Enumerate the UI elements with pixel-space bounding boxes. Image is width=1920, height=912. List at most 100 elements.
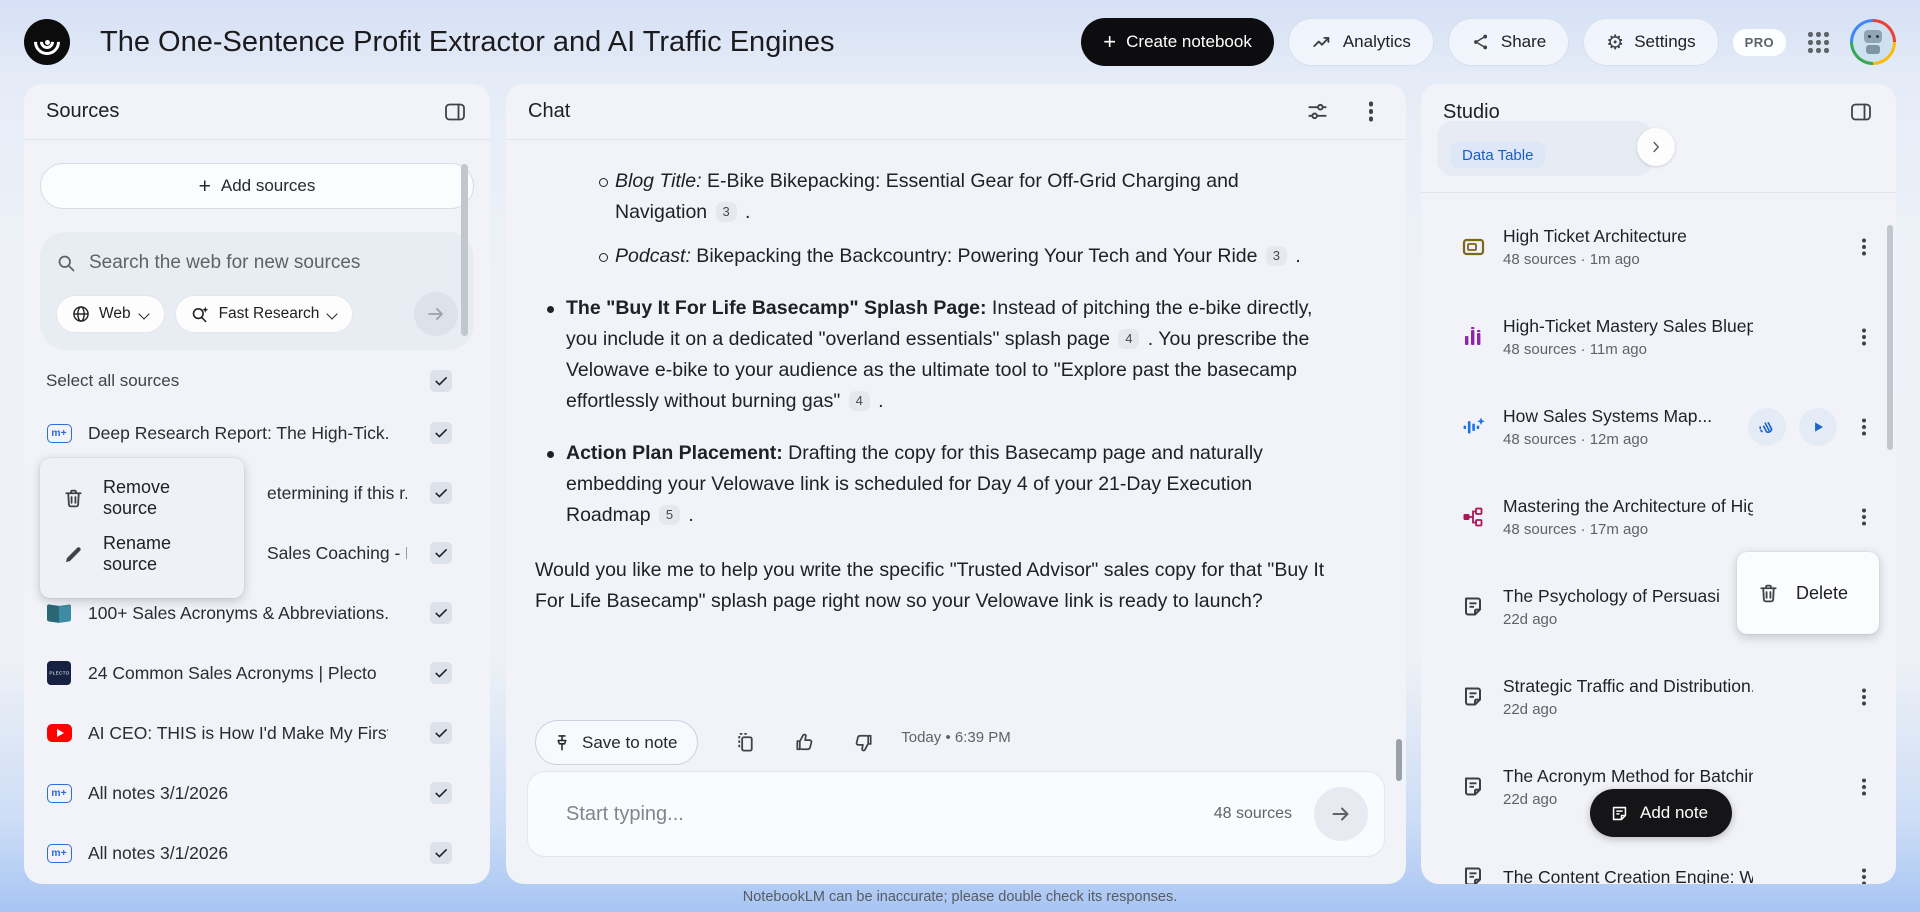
collapse-panel-icon[interactable] (1848, 99, 1874, 125)
share-button[interactable]: Share (1447, 18, 1570, 66)
research-mode-dropdown[interactable]: Fast Research (174, 295, 354, 333)
chat-text: The "Buy It For Life Basecamp" Splash Pa… (566, 297, 987, 319)
globe-icon (71, 304, 91, 324)
settings-button[interactable]: ⚙ Settings (1583, 18, 1719, 66)
account-avatar[interactable] (1850, 19, 1896, 65)
source-checkbox[interactable] (430, 542, 452, 564)
chat-more-options-icon[interactable] (1358, 99, 1384, 125)
source-checkbox[interactable] (430, 842, 452, 864)
sources-scrollbar[interactable] (461, 164, 468, 336)
plecto-icon: PLECTO (44, 661, 74, 685)
data-table-chip[interactable]: Data Table (1450, 142, 1546, 168)
source-title: AI CEO: THIS is How I'd Make My First ..… (88, 722, 388, 743)
notebook-title[interactable]: The One-Sentence Profit Extractor and AI… (100, 26, 835, 59)
item-more-options-icon[interactable] (1850, 421, 1878, 433)
open-output-button[interactable] (1637, 128, 1675, 166)
source-list-item[interactable]: m+ All notes 3/1/2026 (24, 823, 490, 883)
collapse-panel-icon[interactable] (442, 99, 468, 125)
source-list-item[interactable]: PLECTO 24 Common Sales Acronyms | Plecto (24, 643, 490, 703)
send-button[interactable] (1314, 787, 1368, 841)
source-title: 24 Common Sales Acronyms | Plecto (88, 662, 377, 683)
research-sparkle-icon (190, 304, 211, 325)
assistant-message: Blog Title: E-Bike Bikepacking: Essentia… (535, 166, 1335, 617)
web-search-card: Web Fast Research (40, 232, 474, 350)
studio-scrollbar[interactable] (1887, 225, 1893, 450)
citation-chip[interactable]: 5 (658, 504, 680, 525)
disclaimer-text: NotebookLM can be inaccurate; please dou… (742, 889, 1178, 905)
bar-chart-icon (1457, 325, 1489, 349)
chat-text: . (739, 201, 751, 223)
source-title: Deep Research Report: The High-Tick... (88, 422, 388, 443)
play-button[interactable] (1799, 408, 1837, 446)
source-list-item[interactable]: AI CEO: THIS is How I'd Make My First ..… (24, 703, 490, 763)
studio-panel: Studio Data Table High Ticket Architectu… (1421, 84, 1896, 884)
studio-item-title: Strategic Traffic and Distribution... (1503, 676, 1753, 696)
report-icon (1457, 685, 1489, 709)
add-note-button[interactable]: Add note (1590, 789, 1733, 837)
apps-grid-icon[interactable] (1806, 30, 1830, 54)
remove-source-menu-item[interactable]: Remove source (40, 470, 244, 526)
studio-list-item[interactable]: How Sales Systems Map... 48 sources · 12m… (1421, 382, 1896, 472)
item-more-options-icon[interactable] (1850, 241, 1878, 253)
interactive-button[interactable] (1748, 408, 1786, 446)
citation-chip[interactable]: 3 (1265, 245, 1287, 266)
studio-item-meta: 48 sources · 12m ago (1503, 431, 1649, 448)
source-list-item[interactable]: m+ All notes 3/1/2026 (24, 763, 490, 823)
source-list-item[interactable]: m+ Deep Research Report: The High-Tick... (24, 403, 490, 463)
delete-menu-item[interactable]: Delete (1737, 552, 1879, 634)
source-title: 100+ Sales Acronyms & Abbreviations... (88, 602, 388, 623)
select-all-checkbox[interactable] (430, 370, 452, 392)
youtube-icon (44, 724, 74, 742)
source-checkbox[interactable] (430, 722, 452, 744)
report-icon (1457, 775, 1489, 799)
report-icon (1457, 595, 1489, 619)
sources-panel-title: Sources (46, 100, 120, 122)
chat-bullet: Blog Title: E-Bike Bikepacking: Essentia… (535, 166, 1335, 228)
source-checkbox[interactable] (430, 482, 452, 504)
studio-list-item[interactable]: The Content Creation Engine: Wee... (1421, 832, 1896, 884)
studio-item-title: The Acronym Method for Batching... (1503, 766, 1753, 786)
studio-list-item[interactable]: Mastering the Architecture of High... 48 … (1421, 472, 1896, 562)
studio-list-item[interactable]: High Ticket Architecture 48 sources · 1m … (1421, 202, 1896, 292)
item-more-options-icon[interactable] (1850, 691, 1878, 703)
search-input[interactable] (89, 252, 458, 274)
citation-chip[interactable]: 3 (715, 201, 737, 222)
chevron-down-icon (139, 309, 150, 320)
studio-item-meta: 48 sources · 11m ago (1503, 341, 1647, 358)
audio-waveform-icon (1457, 415, 1489, 439)
studio-item-meta: 48 sources · 1m ago (1503, 251, 1640, 268)
chat-text: Action Plan Placement: (566, 442, 783, 464)
chat-bullet: Podcast: Bikepacking the Backcountry: Po… (535, 241, 1335, 272)
studio-output-card[interactable]: Data Table (1437, 121, 1675, 176)
trash-icon (1757, 582, 1780, 605)
web-filter-dropdown[interactable]: Web (56, 295, 165, 333)
citation-chip[interactable]: 4 (848, 390, 870, 411)
chat-scrollbar[interactable] (1396, 739, 1402, 781)
citation-chip[interactable]: 4 (1118, 328, 1140, 349)
search-submit-button[interactable] (414, 292, 458, 336)
studio-item-meta: 22d ago (1503, 701, 1558, 718)
item-more-options-icon[interactable] (1850, 781, 1878, 793)
item-more-options-icon[interactable] (1850, 511, 1878, 523)
studio-list-item[interactable]: Strategic Traffic and Distribution... 22d… (1421, 652, 1896, 742)
studio-list-item[interactable]: High-Ticket Mastery Sales Blueprint 48 so… (1421, 292, 1896, 382)
item-more-options-icon[interactable] (1850, 331, 1878, 343)
source-checkbox[interactable] (430, 782, 452, 804)
source-checkbox[interactable] (430, 662, 452, 684)
rename-source-menu-item[interactable]: Rename source (40, 526, 244, 582)
item-more-options-icon[interactable] (1850, 871, 1878, 883)
chat-settings-icon[interactable] (1304, 99, 1330, 125)
add-sources-button[interactable]: + Add sources (40, 163, 474, 209)
chat-timestamp: Today • 6:39 PM (901, 729, 1011, 746)
note-m-icon: m+ (44, 423, 74, 443)
source-context-menu: Remove source Rename source (40, 458, 244, 598)
notebooklm-logo-icon[interactable] (24, 19, 70, 65)
chat-input[interactable] (566, 802, 1214, 826)
chat-input-bar: 48 sources (527, 771, 1385, 857)
studio-item-title: How Sales Systems Map... (1503, 406, 1713, 426)
create-notebook-button[interactable]: + Create notebook (1081, 18, 1274, 66)
source-checkbox[interactable] (430, 602, 452, 624)
studio-item-meta: 48 sources · 17m ago (1503, 521, 1649, 538)
source-checkbox[interactable] (430, 422, 452, 444)
analytics-button[interactable]: Analytics (1287, 18, 1434, 66)
